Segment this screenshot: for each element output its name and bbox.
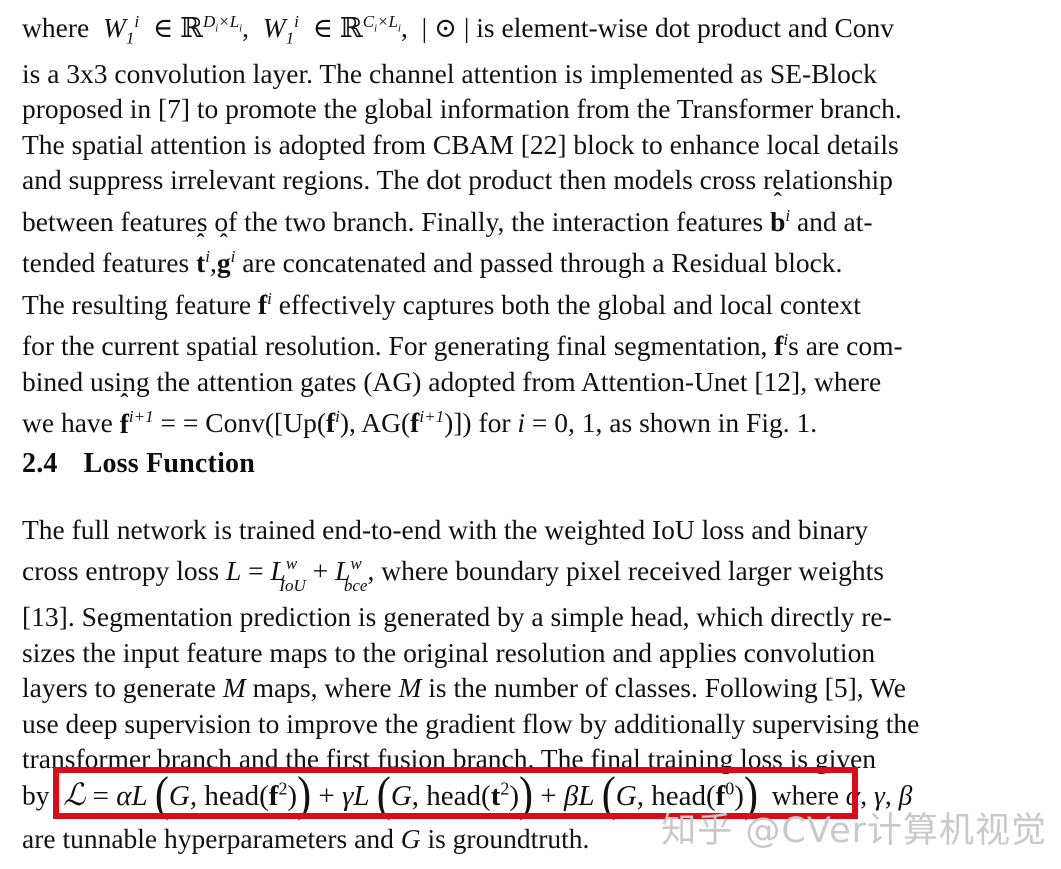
paragraph-methods: where W1i ∈ ℝDi×Li, W1i ∈ ℝCi×Li, | ⊙ | … xyxy=(22,4,1040,441)
line-text: for the current spatial resolution. For … xyxy=(22,330,768,362)
text-line: cross entropy loss L = LwIoU + Lwbce, wh… xyxy=(22,553,884,596)
plus-sign: + xyxy=(318,779,335,812)
section-heading: 2.4 Loss Function xyxy=(22,448,255,480)
open-paren: ( xyxy=(376,768,391,821)
line-text: between features of the two branch. Fina… xyxy=(22,205,764,237)
text-line: The full network is trained end-to-end w… xyxy=(22,514,869,545)
line-text: = Conv([Up( xyxy=(182,407,326,439)
comma: , xyxy=(189,779,198,812)
line-text: cross entropy loss xyxy=(22,555,220,587)
line-text: and at- xyxy=(796,205,873,237)
alpha-symbol: α xyxy=(116,779,132,812)
script-L-symbol: ℒ xyxy=(63,776,86,813)
open-paren: ( xyxy=(154,768,169,821)
line-text: ), AG( xyxy=(339,407,411,439)
line-text: )]) for xyxy=(444,407,511,439)
line-text: is the number of classes. Following [5],… xyxy=(428,672,906,704)
line-part: where W1i ∈ ℝDi×Li, W1i ∈ ℝCi×Li, | ⊙ | … xyxy=(22,12,895,48)
line-text: effectively captures both the global and… xyxy=(278,288,861,320)
text-line: between features of the two branch. Fina… xyxy=(22,205,873,237)
f-exponent: 2 xyxy=(278,778,288,798)
line-prefix: by xyxy=(22,779,50,811)
line-text: are concatenated and passed through a Re… xyxy=(242,247,843,279)
line-text: s are com- xyxy=(788,330,903,362)
text-line: and suppress irrelevant regions. The dot… xyxy=(22,164,893,196)
G-symbol: G xyxy=(390,779,412,812)
text-line: sizes the input feature maps to the orig… xyxy=(22,636,876,668)
text-line: tended features ̂ti,̂gi are concatenated… xyxy=(22,247,843,279)
f-exponent: 0 xyxy=(725,778,735,798)
equals-sign: = xyxy=(92,779,109,812)
text-line: use deep supervision to improve the grad… xyxy=(22,707,920,739)
f-symbol: f xyxy=(268,779,279,812)
text-line: where W1i ∈ ℝDi×Li, W1i ∈ ℝCi×Li, | ⊙ | … xyxy=(22,4,1040,56)
close-paren: ) xyxy=(297,768,312,821)
beta-symbol: β xyxy=(563,779,579,812)
text-line: proposed in [7] to promote the global in… xyxy=(22,93,902,125)
head-fn: head xyxy=(204,779,260,812)
text-line: The resulting feature fi effectively cap… xyxy=(22,288,861,320)
head-fn: head xyxy=(426,779,482,812)
watermark: 知乎 @CVer计算机视觉 xyxy=(661,811,1047,851)
L-symbol: L xyxy=(131,779,148,812)
G-symbol: G xyxy=(615,779,637,812)
section-number: 2.4 xyxy=(22,448,58,479)
G-symbol: G xyxy=(168,779,190,812)
gamma-symbol: γ xyxy=(341,779,354,812)
text-line: layers to generate M maps, where M is th… xyxy=(22,672,906,704)
line-text: , where boundary pixel received larger w… xyxy=(367,555,884,587)
loss-equation: ℒ = αL (G, head(̂f2)) + γL (G, head(t2))… xyxy=(63,768,758,821)
text-line: [13]. Segmentation prediction is generat… xyxy=(22,601,892,633)
line-text: layers to generate xyxy=(22,672,216,704)
plus-sign: + xyxy=(540,779,557,812)
close-paren: ) xyxy=(519,768,534,821)
section-title: Loss Function xyxy=(83,448,256,479)
open-paren: ( xyxy=(601,768,616,821)
text-line: bined using the attention gates (AG) ado… xyxy=(22,365,882,397)
paragraph-loss-function: The full network is trained end-to-end w… xyxy=(22,512,1040,777)
document-page: where W1i ∈ ℝDi×Li, W1i ∈ ℝCi×Li, | ⊙ | … xyxy=(0,0,1061,869)
L-symbol: L xyxy=(578,779,595,812)
t-exponent: 2 xyxy=(500,778,510,798)
text-line: The spatial attention is adopted from CB… xyxy=(22,128,899,160)
t-symbol: t xyxy=(490,779,501,812)
text-line: we have ̂fi+1 = = Conv([Up(fi), AG(fi+1)… xyxy=(22,407,818,439)
text-line: is a 3x3 convolution layer. The channel … xyxy=(22,58,877,90)
line-text: we have xyxy=(22,407,113,439)
line-text: tended features xyxy=(22,247,190,279)
line-text: = 0, 1, as shown in Fig. 1. xyxy=(531,407,818,439)
L-symbol: L xyxy=(353,779,370,812)
comma: , xyxy=(636,779,644,812)
line-text: maps, where xyxy=(252,672,392,704)
line-text: The resulting feature xyxy=(22,288,252,320)
comma: , xyxy=(411,779,420,812)
text-line: for the current spatial resolution. For … xyxy=(22,330,903,362)
